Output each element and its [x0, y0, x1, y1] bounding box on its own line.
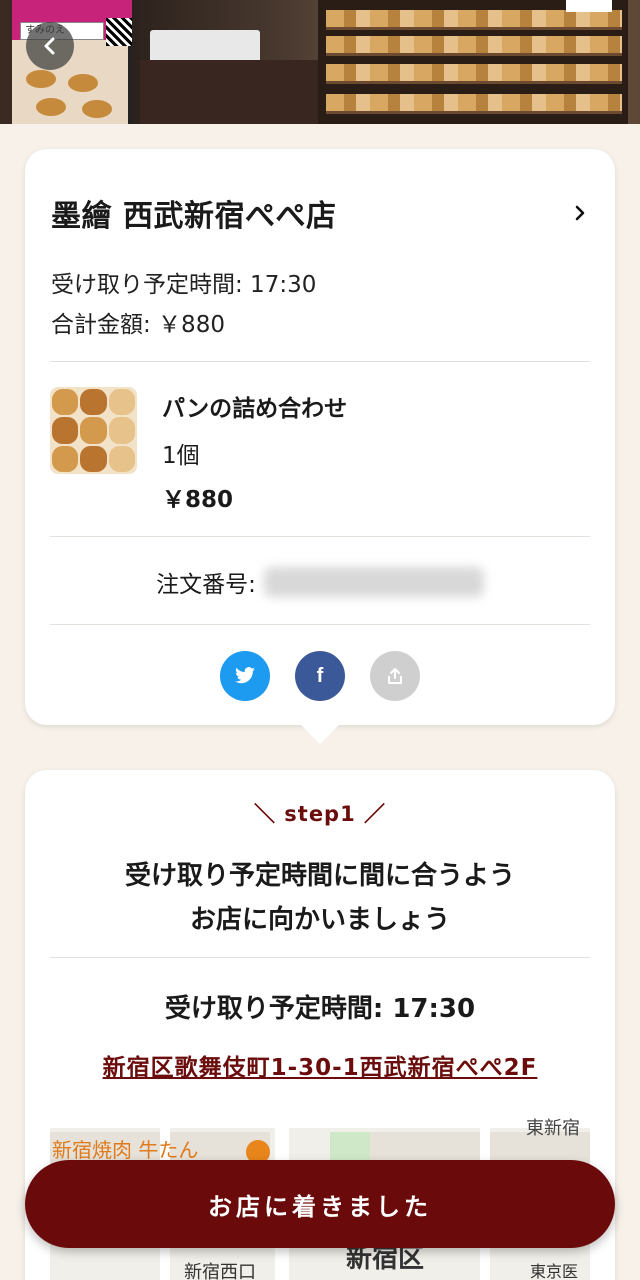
- divider: [50, 624, 590, 625]
- divider: [50, 361, 590, 362]
- step-headline-line1: 受け取り予定時間に間に合うよう: [124, 861, 515, 891]
- facebook-share-button[interactable]: f: [295, 651, 345, 701]
- store-sign: すみのえ: [12, 0, 132, 124]
- store-photo: すみのえ: [0, 0, 640, 124]
- store-address-link[interactable]: 新宿区歌舞伎町1-30-1西武新宿ぺぺ2F: [25, 1048, 615, 1082]
- share-icon: [388, 668, 402, 684]
- pickup-time: 受け取り予定時間: 17:30: [51, 272, 317, 298]
- product-thumbnail: [50, 387, 137, 474]
- divider: [50, 957, 590, 958]
- step-pickup-time: 受け取り予定時間: 17:30: [164, 994, 476, 1024]
- step-label: ＼ step1 ／: [253, 802, 387, 826]
- total-amount: 合計金額: ￥880: [51, 312, 225, 338]
- step-headline: 受け取り予定時間に間に合うよう お店に向かいましょう: [25, 854, 615, 942]
- divider: [50, 536, 590, 537]
- chevron-right-icon: [575, 205, 585, 221]
- order-number-label: 注文番号:: [156, 572, 256, 598]
- twitter-icon: [235, 667, 255, 684]
- product-price: ￥880: [162, 487, 234, 513]
- order-summary-card: 墨繪 西武新宿ぺぺ店 受け取り予定時間: 17:30 合計金額: ￥880 パン…: [25, 149, 615, 725]
- store-name: 墨繪 西武新宿ぺぺ店: [51, 199, 337, 234]
- product-quantity: 1個: [162, 443, 200, 469]
- order-number-row: 注文番号:: [25, 565, 615, 599]
- back-button[interactable]: [26, 22, 74, 70]
- map-label-nishiguchi: 新宿西口: [184, 1262, 256, 1280]
- card-pointer: [300, 724, 340, 744]
- arrived-button[interactable]: お店に着きました: [25, 1160, 615, 1248]
- step-headline-line2: お店に向かいましょう: [189, 905, 450, 935]
- map-label-yakiniku: 新宿焼肉 牛たん: [52, 1138, 199, 1162]
- share-button[interactable]: [370, 651, 420, 701]
- chevron-left-icon: [44, 37, 55, 55]
- share-buttons: f: [25, 651, 615, 701]
- facebook-icon: f: [316, 664, 324, 687]
- twitter-share-button[interactable]: [220, 651, 270, 701]
- map-label-tokyo: 東京医: [530, 1262, 579, 1280]
- product-name: パンの詰め合わせ: [162, 396, 348, 422]
- order-number-redacted: [263, 567, 484, 597]
- map-label-higashi-shinjuku: 東新宿: [526, 1118, 580, 1139]
- qr-code: [106, 18, 132, 46]
- store-link[interactable]: 墨繪 西武新宿ぺぺ店: [51, 193, 591, 234]
